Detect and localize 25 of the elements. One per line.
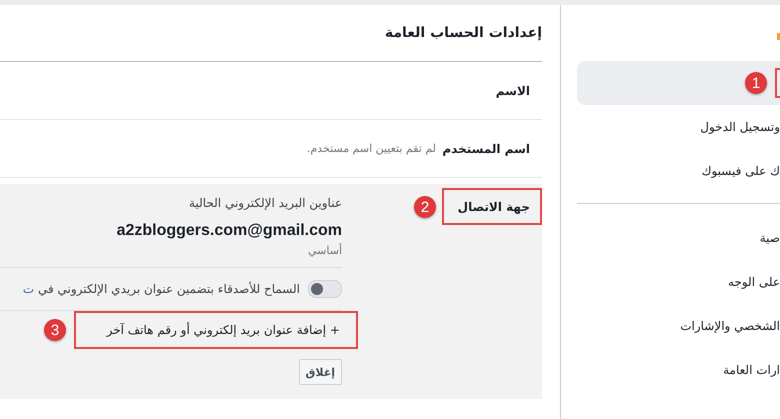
sidebar-item[interactable]: وتسجيل الدخول bbox=[577, 105, 780, 149]
setting-value: لم تقم بتعيين اسم مستخدم. bbox=[306, 142, 436, 155]
section-title: إعدادات الحساب العامة bbox=[0, 19, 542, 62]
toggle-text: السماح للأصدقاء بتضمين عنوان بريدي الإلكتروني في ت bbox=[22, 282, 300, 296]
setting-label: اسم المستخدم bbox=[441, 142, 530, 156]
partial-icon bbox=[777, 33, 780, 40]
close-button[interactable]: إغلاق bbox=[298, 359, 342, 385]
sidebar-item[interactable]: صية bbox=[577, 216, 780, 260]
sidebar-item[interactable]: ارات العامة bbox=[577, 348, 780, 392]
toggle-switch[interactable] bbox=[308, 280, 342, 298]
highlight-box bbox=[775, 68, 780, 98]
sidebar-item[interactable]: على الوجه bbox=[577, 260, 780, 304]
email-note: أساسي bbox=[308, 244, 342, 257]
step-badge: 3 bbox=[44, 319, 66, 341]
sidebar-item[interactable]: ك على فيسبوك bbox=[577, 149, 780, 193]
add-contact-link[interactable]: + إضافة عنوان بريد إلكتروني أو رقم هاتف آخر bbox=[74, 311, 358, 349]
sidebar-item[interactable]: 1 bbox=[577, 61, 780, 105]
sidebar-item[interactable]: الشخصي والإشارات bbox=[577, 304, 780, 348]
step-badge: 2 bbox=[414, 196, 436, 218]
email-heading: عناوين البريد الإلكتروني الحالية bbox=[188, 196, 342, 210]
step-badge: 1 bbox=[745, 72, 767, 94]
text-link[interactable]: ت bbox=[22, 282, 34, 296]
email-address: a2zbloggers.com@gmail.com bbox=[116, 222, 342, 240]
setting-label: جهة الاتصال bbox=[442, 188, 542, 225]
setting-label: الاسم bbox=[494, 84, 530, 98]
